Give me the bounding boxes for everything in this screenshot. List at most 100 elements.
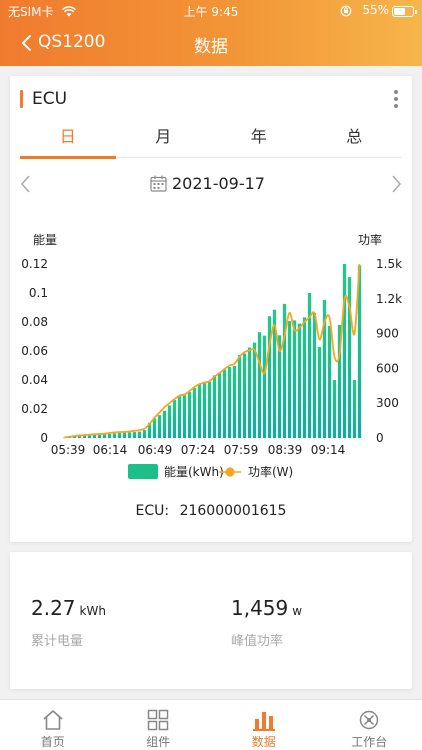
left-tick-label: 0.1: [29, 286, 48, 300]
tab-data[interactable]: 数据: [211, 700, 317, 750]
right-tick-label: 0: [376, 431, 384, 445]
tab-components[interactable]: 组件: [106, 700, 212, 750]
bottom-tab-bar: 首页 组件 数据 工作台: [0, 699, 422, 750]
peak-power-stat: 1,459 w 峰值功率: [231, 596, 302, 649]
tab-workbench[interactable]: 工作台: [317, 700, 422, 750]
energy-bar: [342, 264, 347, 438]
ecu-id-value: 216000001615: [179, 503, 287, 519]
energy-bar: [352, 380, 357, 438]
energy-bar: [292, 320, 297, 438]
energy-bar: [167, 405, 172, 439]
tab-day[interactable]: 日: [20, 124, 116, 159]
x-tick-label: 06:14: [93, 443, 128, 457]
home-icon: [43, 710, 63, 730]
chart-legend: 能量(kWh) 功率(W): [128, 464, 293, 479]
selected-date[interactable]: 2021-09-17: [172, 174, 265, 193]
x-tick-label: 07:24: [181, 443, 216, 457]
total-energy-stat: 2.27 kWh 累计电量: [31, 596, 106, 649]
left-tick-label: 0.02: [21, 402, 48, 416]
energy-bar: [172, 400, 177, 438]
peak-power-value: 1,459: [231, 596, 289, 620]
energy-bar: [212, 375, 217, 438]
legend-energy-label: 能量(kWh): [164, 465, 224, 479]
rotation-lock-icon: [340, 5, 352, 20]
energy-bar: [232, 365, 237, 438]
energy-bar: [247, 347, 252, 438]
energy-bar: [102, 434, 107, 439]
workbench-icon: [360, 710, 379, 730]
battery-icon: [392, 6, 417, 17]
next-date-icon[interactable]: [388, 174, 404, 194]
energy-bar: [127, 432, 132, 438]
energy-bar: [312, 312, 317, 438]
tab-total[interactable]: 总: [307, 124, 403, 158]
clock-text: 上午 9:45: [183, 5, 239, 19]
more-options-icon[interactable]: [394, 90, 398, 108]
page-title: 数据: [194, 37, 228, 57]
energy-bar: [207, 381, 212, 438]
energy-bar: [317, 347, 322, 438]
x-tick-label: 05:39: [51, 443, 86, 457]
right-tick-label: 300: [376, 396, 399, 410]
total-energy-label: 累计电量: [31, 634, 84, 649]
energy-bar: [302, 317, 307, 438]
energy-bar: [262, 335, 267, 438]
left-axis-label: 能量: [33, 233, 57, 247]
energy-bar: [222, 369, 227, 438]
title-accent-bar: [20, 90, 23, 108]
energy-bar: [297, 323, 302, 438]
energy-bar: [332, 380, 337, 438]
energy-bars: [62, 264, 362, 439]
energy-bar: [162, 410, 167, 438]
x-tick-label: 07:59: [224, 443, 259, 457]
legend-power-label: 功率(W): [248, 464, 293, 479]
date-selector: 2021-09-17: [10, 172, 412, 196]
energy-bar: [192, 387, 197, 438]
energy-bar: [217, 372, 222, 438]
x-axis-ticks: 05:39 06:14 06:49 07:24 07:59 08:39 09:14: [51, 443, 346, 457]
energy-bar: [112, 433, 117, 438]
right-tick-label: 600: [376, 361, 399, 375]
energy-bar: [282, 303, 287, 439]
energy-bar: [237, 355, 242, 438]
tab-home-label: 首页: [40, 735, 65, 749]
peak-power-label: 峰值功率: [231, 634, 284, 649]
x-tick-label: 06:49: [138, 443, 173, 457]
energy-bar: [142, 430, 147, 438]
tab-month[interactable]: 月: [116, 124, 212, 158]
energy-bar: [132, 432, 137, 439]
total-energy-value: 2.27: [31, 596, 76, 620]
energy-bar: [252, 342, 257, 438]
legend-energy-swatch: [128, 464, 158, 479]
calendar-icon[interactable]: [150, 175, 167, 196]
total-energy-unit: kWh: [79, 604, 106, 618]
energy-bar: [187, 391, 192, 438]
tab-home[interactable]: 首页: [0, 700, 106, 750]
energy-bar: [227, 366, 232, 438]
previous-date-icon[interactable]: [18, 174, 34, 194]
energy-bar: [117, 432, 122, 439]
app-header: 无SIM卡 上午 9:45 55% QS1200 数据: [0, 0, 422, 66]
right-tick-label: 1.5k: [376, 257, 402, 271]
energy-bar: [197, 384, 202, 438]
left-tick-label: 0.08: [21, 315, 48, 329]
energy-power-chart: 能量 功率 0.12 0.1 0.08 0.06 0.04 0.02 0 1.5k 1.2k 9…: [21, 232, 402, 479]
tab-year[interactable]: 年: [211, 124, 307, 158]
energy-bar: [157, 415, 162, 438]
energy-bar: [202, 383, 207, 438]
right-axis-label: 功率: [358, 232, 382, 247]
energy-bar: [152, 418, 157, 438]
right-tick-label: 1.2k: [376, 292, 402, 306]
nav-bar: QS1200 数据: [0, 30, 422, 57]
left-tick-label: 0: [40, 431, 48, 445]
energy-bar: [242, 353, 247, 438]
ecu-id-prefix: ECU:: [135, 503, 170, 519]
energy-bar: [122, 432, 127, 438]
energy-bar: [182, 395, 187, 438]
left-axis-ticks: 0.12 0.1 0.08 0.06 0.04 0.02 0: [21, 257, 48, 445]
energy-bar: [107, 433, 112, 438]
bar-chart-icon: [252, 712, 275, 731]
ecu-id-line: ECU: 216000001615: [10, 503, 412, 519]
x-tick-label: 08:39: [268, 443, 303, 457]
grid-icon: [148, 709, 169, 731]
